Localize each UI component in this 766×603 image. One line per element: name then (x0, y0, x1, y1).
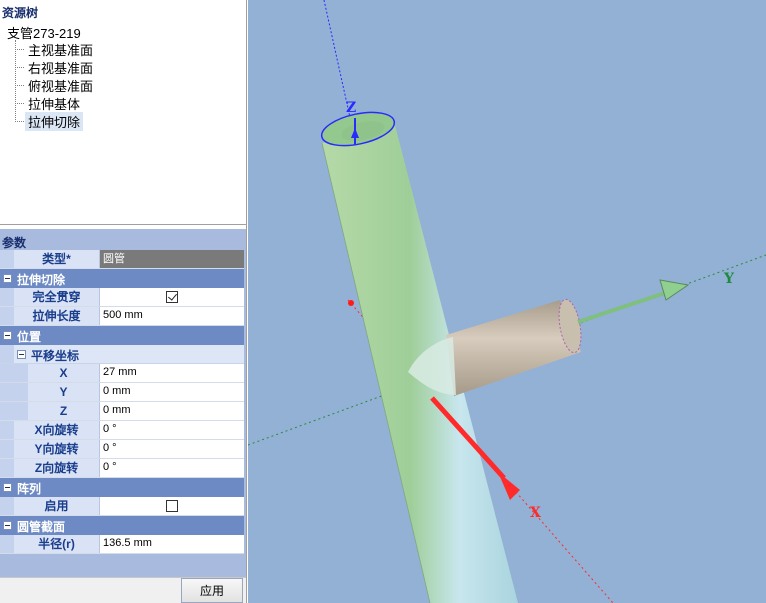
prop-type-value[interactable]: 圆管 (100, 250, 244, 268)
z-value[interactable]: 0 mm (103, 404, 131, 416)
category-extrude-cut[interactable]: 拉伸切除 (0, 269, 244, 288)
collapse-icon[interactable] (3, 483, 12, 492)
category-pipe-section[interactable]: 圆管截面 (0, 516, 244, 535)
z-rotation-value[interactable]: 0 ° (103, 461, 117, 473)
prop-enable: 启用 (0, 497, 244, 516)
y-value[interactable]: 0 mm (103, 385, 131, 397)
prop-radius-label: 半径(r) (14, 535, 100, 553)
prop-radius: 半径(r) 136.5 mm (0, 535, 244, 554)
viewport-canvas[interactable]: Z Y X (248, 0, 766, 603)
prop-z: Z 0 mm (0, 402, 244, 421)
x-axis-label: X (530, 505, 541, 521)
tree-connector (15, 49, 24, 50)
prop-z-rotation-label: Z向旋转 (14, 459, 100, 477)
prop-extrude-length: 拉伸长度 500 mm (0, 307, 244, 326)
subcategory-translate-label: 平移坐标 (31, 349, 80, 363)
tree-connector (15, 121, 24, 122)
category-pipe-section-label: 圆管截面 (17, 520, 66, 534)
category-extrude-cut-label: 拉伸切除 (17, 273, 66, 287)
parameters-title: 参数 (2, 236, 27, 250)
enable-checkbox[interactable] (166, 500, 178, 512)
tree-connector-line (15, 40, 16, 122)
prop-through-all-label: 完全贯穿 (14, 288, 100, 306)
tree-connector (15, 85, 24, 86)
tree-connector (15, 103, 24, 104)
prop-z-rotation: Z向旋转 0 ° (0, 459, 244, 478)
origin-point (348, 300, 354, 306)
prop-z-label: Z (28, 402, 100, 420)
property-grid: 类型* 圆管 拉伸切除 完全贯穿 拉伸长度 500 mm 位置 平移坐标 X 2… (0, 250, 244, 554)
x-axis-arrowhead (498, 472, 520, 500)
prop-x-rotation: X向旋转 0 ° (0, 421, 244, 440)
category-position[interactable]: 位置 (0, 326, 244, 345)
collapse-icon[interactable] (3, 274, 12, 283)
category-array-label: 阵列 (17, 482, 42, 496)
prop-through-all: 完全贯穿 (0, 288, 244, 307)
category-position-label: 位置 (17, 330, 42, 344)
y-axis-arrowhead (659, 279, 690, 301)
tree-item-front-plane[interactable]: 主视基准面 (25, 40, 96, 59)
y-axis-arrow (577, 290, 669, 324)
y-axis-label: Y (723, 271, 735, 287)
z-axis-label: Z (346, 100, 356, 116)
resource-tree-title: 资源树 (2, 6, 39, 20)
resource-tree-panel: 资源树 支管273-219 主视基准面 右视基准面 俯视基准面 拉伸基体 拉伸切… (0, 0, 246, 225)
category-array[interactable]: 阵列 (0, 478, 244, 497)
collapse-icon[interactable] (3, 521, 12, 530)
extrude-length-value[interactable]: 500 mm (103, 309, 143, 321)
parameters-panel: 参数 类型* 圆管 拉伸切除 完全贯穿 拉伸长度 500 mm 位置 平移坐标 … (0, 229, 246, 603)
prop-type: 类型* 圆管 (0, 250, 244, 269)
left-panel: 资源树 支管273-219 主视基准面 右视基准面 俯视基准面 拉伸基体 拉伸切… (0, 0, 247, 603)
tree-item-top-plane[interactable]: 俯视基准面 (25, 76, 96, 95)
y-rotation-value[interactable]: 0 ° (103, 442, 117, 454)
tree-item-extrude-cut[interactable]: 拉伸切除 (25, 112, 84, 131)
prop-y-rotation-label: Y向旋转 (14, 440, 100, 458)
x-rotation-value[interactable]: 0 ° (103, 423, 117, 435)
subcategory-translate[interactable]: 平移坐标 (0, 345, 244, 364)
prop-type-label: 类型* (14, 250, 100, 268)
3d-viewport[interactable]: Z Y X (248, 0, 766, 603)
apply-button[interactable]: 应用 (181, 578, 243, 603)
prop-y: Y 0 mm (0, 383, 244, 402)
prop-enable-label: 启用 (14, 497, 100, 515)
prop-y-label: Y (28, 383, 100, 401)
prop-x: X 27 mm (0, 364, 244, 383)
radius-value[interactable]: 136.5 mm (103, 537, 152, 549)
prop-x-label: X (28, 364, 100, 382)
collapse-icon[interactable] (3, 331, 12, 340)
through-all-checkbox[interactable] (166, 291, 178, 303)
prop-extrude-length-label: 拉伸长度 (14, 307, 100, 325)
prop-x-rotation-label: X向旋转 (14, 421, 100, 439)
prop-y-rotation: Y向旋转 0 ° (0, 440, 244, 459)
tree-connector (15, 67, 24, 68)
collapse-icon[interactable] (17, 350, 26, 359)
tree-item-right-plane[interactable]: 右视基准面 (25, 58, 96, 77)
tree-item-extrude-base[interactable]: 拉伸基体 (25, 94, 83, 113)
x-value[interactable]: 27 mm (103, 366, 137, 378)
